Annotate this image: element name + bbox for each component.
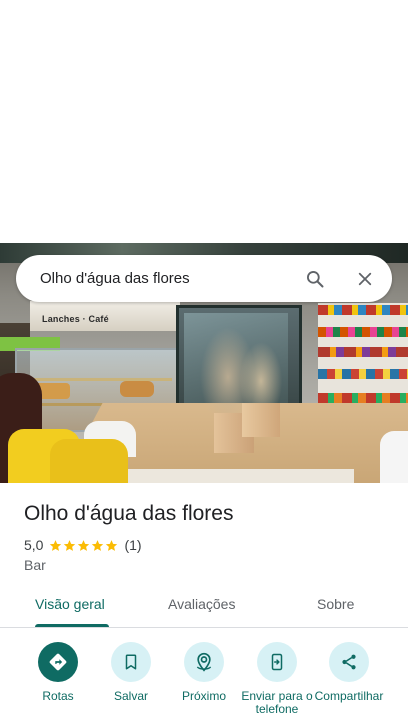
star-icon xyxy=(64,539,76,551)
rating-row[interactable]: 5,0 (1) xyxy=(24,537,142,553)
tab-reviews[interactable]: Avaliações xyxy=(168,596,235,612)
shop-sign-text: Lanches · Café xyxy=(42,314,109,324)
share-icon xyxy=(342,654,356,670)
nearby-label: Próximo xyxy=(181,689,226,703)
place-title: Olho d'água das flores xyxy=(24,502,234,525)
routes-button[interactable]: Rotas xyxy=(18,642,98,703)
nearby-button[interactable]: Próximo xyxy=(164,642,244,703)
share-label: Compartilhar xyxy=(314,689,384,703)
tab-about[interactable]: Sobre xyxy=(317,596,354,612)
directions-icon xyxy=(49,653,67,671)
star-icon xyxy=(92,539,104,551)
send-to-phone-button[interactable]: Enviar para o telefone xyxy=(237,642,317,716)
routes-label: Rotas xyxy=(42,689,74,703)
save-label: Salvar xyxy=(113,689,148,703)
share-button[interactable]: Compartilhar xyxy=(309,642,389,703)
rating-stars xyxy=(49,539,119,552)
save-button[interactable]: Salvar xyxy=(91,642,171,703)
close-icon[interactable] xyxy=(351,265,379,293)
send-to-phone-icon xyxy=(271,653,283,671)
review-count[interactable]: (1) xyxy=(124,537,141,553)
place-category: Bar xyxy=(24,557,46,573)
search-input[interactable]: Olho d'água das flores xyxy=(40,270,301,287)
star-icon xyxy=(106,539,118,551)
search-bar[interactable]: Olho d'água das flores xyxy=(16,255,392,302)
active-tab-indicator xyxy=(35,624,109,627)
star-icon xyxy=(50,539,62,551)
star-icon xyxy=(78,539,90,551)
nearby-icon xyxy=(196,652,212,672)
bookmark-icon xyxy=(125,654,137,670)
search-icon[interactable] xyxy=(301,265,329,293)
place-tabs: Visão geral Avaliações Sobre xyxy=(0,583,408,628)
send-to-phone-label: Enviar para o telefone xyxy=(241,689,313,716)
rating-value: 5,0 xyxy=(24,537,44,553)
tab-overview[interactable]: Visão geral xyxy=(35,596,105,612)
